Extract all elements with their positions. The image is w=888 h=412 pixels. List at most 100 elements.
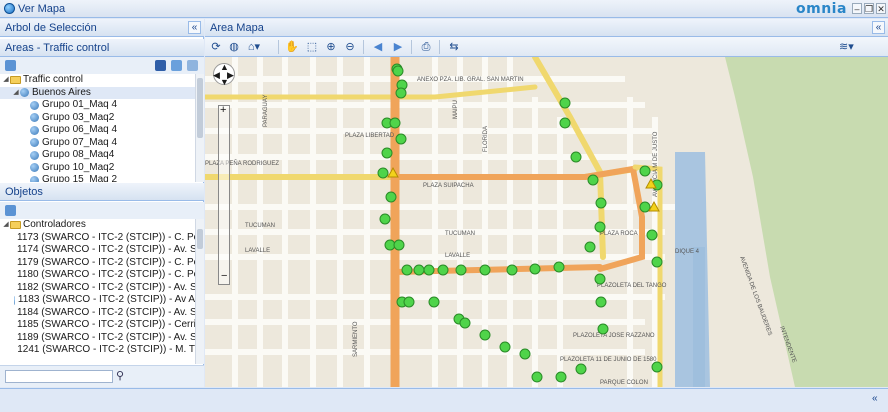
pan-control[interactable]: ▲ ▼ ◀ ▶ [213,62,235,87]
controller-marker[interactable] [597,323,609,335]
controller-marker[interactable] [575,363,587,375]
node-icon [30,150,39,160]
controller-marker[interactable] [479,264,491,276]
controller-marker[interactable] [553,261,565,273]
pan-right-icon[interactable]: ▶ [227,70,234,81]
save-icon[interactable] [155,60,166,71]
controller-marker[interactable] [393,239,405,251]
tree-node-group[interactable]: Grupo 01_Maq 4 [0,99,195,112]
controller-list-item[interactable]: 1182 (SWARCO - ITC-2 (STCIP)) - Av. S [0,282,195,295]
controller-marker[interactable] [423,264,435,276]
controller-list-item[interactable]: 1184 (SWARCO - ITC-2 (STCIP)) - Av. S [0,307,195,320]
controller-marker[interactable] [595,296,607,308]
tree-node-root[interactable]: ◢ Traffic control [0,74,195,87]
controller-marker[interactable] [392,65,404,77]
zoom-in-icon[interactable]: ⊕ [324,40,338,54]
controller-list-item[interactable]: 1241 (SWARCO - ITC-2 (STCIP)) - M. T [0,344,195,357]
pan-left-icon[interactable]: ◀ [213,70,220,81]
expand-up-icon[interactable]: « [872,393,878,404]
controllers-folder[interactable]: ◢ Controladores [0,219,195,232]
window-controls: – ❐ ✕ [852,3,886,14]
zoom-plus-icon[interactable]: + [220,104,226,116]
controller-marker[interactable] [389,117,401,129]
controller-marker[interactable] [459,317,471,329]
controller-marker[interactable] [594,221,606,233]
controller-list-item[interactable]: 1180 (SWARCO - ITC-2 (STCIP)) - C. Pe [0,269,195,282]
controller-marker[interactable] [381,147,393,159]
zoom-out-icon[interactable]: ⊖ [343,40,357,54]
controller-list-item[interactable]: 1173 (SWARCO - ITC-2 (STCIP)) - C. Pe [0,232,195,245]
controller-marker[interactable] [385,191,397,203]
controller-marker[interactable] [559,117,571,129]
globe-icon[interactable]: ◍ [227,40,241,54]
refresh-map-icon[interactable]: ⟳ [209,40,223,54]
window-titlebar: Ver Mapa omnia – ❐ ✕ [0,0,888,18]
tree-node-group[interactable]: Grupo 15_Maq 2 [0,174,195,182]
tree-node-group[interactable]: Grupo 07_Maq 4 [0,137,195,150]
tree-node-group[interactable]: Grupo 03_Maq2 [0,112,195,125]
layers-dropdown-icon[interactable]: ⌂▾ [247,40,261,54]
pan-hand-icon[interactable]: ✋ [285,40,299,54]
controller-marker[interactable] [403,296,415,308]
controller-marker[interactable] [559,97,571,109]
controller-marker[interactable] [651,256,663,268]
search-icon[interactable]: ⚲ [116,370,129,383]
controller-marker[interactable] [529,263,541,275]
controller-list-item[interactable]: 1179 (SWARCO - ITC-2 (STCIP)) - C. Pe [0,257,195,270]
zoom-minus-icon[interactable]: − [221,270,227,282]
layer-stack-dropdown-icon[interactable]: ≋▾ [839,40,854,54]
forward-arrow-icon[interactable]: ▶ [391,40,405,54]
controller-marker[interactable] [479,329,491,341]
search-input[interactable] [5,370,113,383]
controller-marker[interactable] [594,273,606,285]
controller-marker[interactable] [401,264,413,276]
restore-icon[interactable]: ❐ [864,3,874,14]
controller-marker[interactable] [395,133,407,145]
collapse-left-icon[interactable]: « [188,21,201,34]
controller-list-item[interactable]: 1189 (SWARCO - ITC-2 (STCIP)) - Av. S [0,332,195,345]
sync-icon[interactable]: ⇆ [447,40,461,54]
controller-marker[interactable] [377,167,389,179]
controller-marker[interactable] [531,371,543,383]
controller-marker[interactable] [455,264,467,276]
minimize-icon[interactable]: – [852,3,862,14]
tree-node-group[interactable]: Grupo 08_Maq4 [0,149,195,162]
areas-toolbar [0,57,204,75]
tree-node-group[interactable]: Grupo 10_Maq2 [0,162,195,175]
refresh-objects-icon[interactable] [5,205,16,216]
controller-marker[interactable] [646,229,658,241]
controller-marker[interactable] [639,165,651,177]
controller-marker[interactable] [651,361,663,373]
controller-marker[interactable] [499,341,511,353]
controller-marker[interactable] [519,348,531,360]
tree-node-city[interactable]: ◢ Buenos Aires [0,86,195,99]
controller-list-item[interactable]: 1183 (SWARCO - ITC-2 (STCIP)) - Av A [0,294,195,307]
map-view-icon[interactable] [187,60,198,71]
objects-scrollbar[interactable] [195,219,204,364]
areas-scrollbar[interactable] [195,74,204,182]
controller-marker[interactable] [595,197,607,209]
close-icon[interactable]: ✕ [876,3,886,14]
refresh-icon[interactable] [5,60,16,71]
controller-marker[interactable] [437,264,449,276]
controller-marker[interactable] [584,241,596,253]
print-icon[interactable]: ⎙ [419,40,433,54]
back-arrow-icon[interactable]: ◀ [371,40,385,54]
tree-node-group[interactable]: Grupo 06_Maq 4 [0,124,195,137]
map-canvas[interactable]: PLAZA LIBERTAD PLAZA SUIPACHA PLAZA PEÑA… [205,57,888,387]
controller-marker[interactable] [395,87,407,99]
controller-marker[interactable] [379,213,391,225]
controller-marker[interactable] [555,371,567,383]
controller-marker[interactable] [428,296,440,308]
controller-marker[interactable] [639,201,651,213]
zoom-slider[interactable]: + − [218,104,230,285]
controller-marker[interactable] [587,174,599,186]
controller-marker[interactable] [506,264,518,276]
expand-icon[interactable] [171,60,182,71]
controller-marker[interactable] [413,264,425,276]
controller-marker[interactable] [570,151,582,163]
controller-list-item[interactable]: 1174 (SWARCO - ITC-2 (STCIP)) - Av. S [0,244,195,257]
controller-list-item[interactable]: 1185 (SWARCO - ITC-2 (STCIP)) - Cerri [0,319,195,332]
collapse-right-icon[interactable]: « [872,21,885,34]
zoom-box-icon[interactable]: ⬚ [305,40,319,54]
